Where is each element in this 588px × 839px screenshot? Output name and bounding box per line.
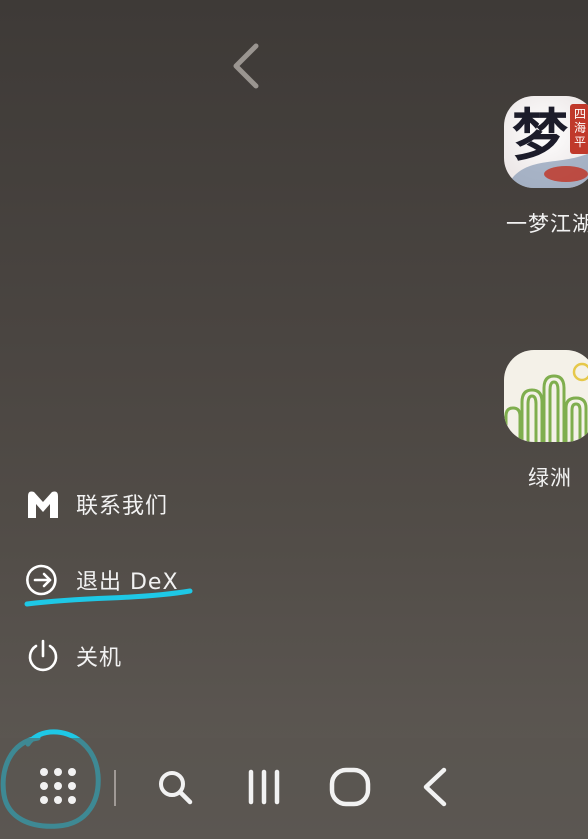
app-yimeng-jianghu[interactable]: 梦 四海平 一梦江湖: [500, 96, 588, 238]
menu-item-label: 联系我们: [76, 494, 169, 519]
apps-grid-icon: [38, 766, 78, 810]
back-button[interactable]: [410, 764, 460, 814]
chevron-left-icon[interactable]: [228, 40, 264, 92]
menu-item-label: 关机: [76, 646, 123, 671]
home-button[interactable]: [322, 764, 378, 814]
menu-item-contact-us[interactable]: 联系我们: [24, 482, 168, 526]
menu-item-label: 退出 DeX: [76, 570, 179, 595]
apps-grid-button[interactable]: [30, 766, 86, 810]
app-label: 一梦江湖: [506, 212, 588, 236]
app-badge-text: 四海平: [573, 107, 586, 149]
menu-item-power-off[interactable]: 关机: [24, 634, 122, 678]
dex-taskbar: [0, 738, 588, 839]
taskbar-divider: [114, 770, 116, 806]
app-lvzhou[interactable]: 绿洲: [500, 350, 588, 492]
search-button[interactable]: [150, 764, 200, 814]
power-icon: [24, 637, 62, 675]
menu-item-exit-dex[interactable]: 退出 DeX: [24, 558, 179, 602]
lvzhou-app-icon: [504, 350, 588, 442]
exit-arrow-icon: [24, 561, 62, 599]
recents-icon: [246, 768, 282, 810]
search-icon: [156, 768, 194, 810]
back-icon: [420, 766, 450, 812]
samsung-members-icon: [24, 485, 62, 523]
app-calligraphy-glyph: 梦: [512, 103, 568, 169]
recents-button[interactable]: [238, 764, 290, 814]
yimeng-jianghu-app-icon: 梦 四海平: [504, 96, 588, 188]
app-label: 绿洲: [528, 466, 572, 490]
home-icon: [328, 767, 372, 811]
